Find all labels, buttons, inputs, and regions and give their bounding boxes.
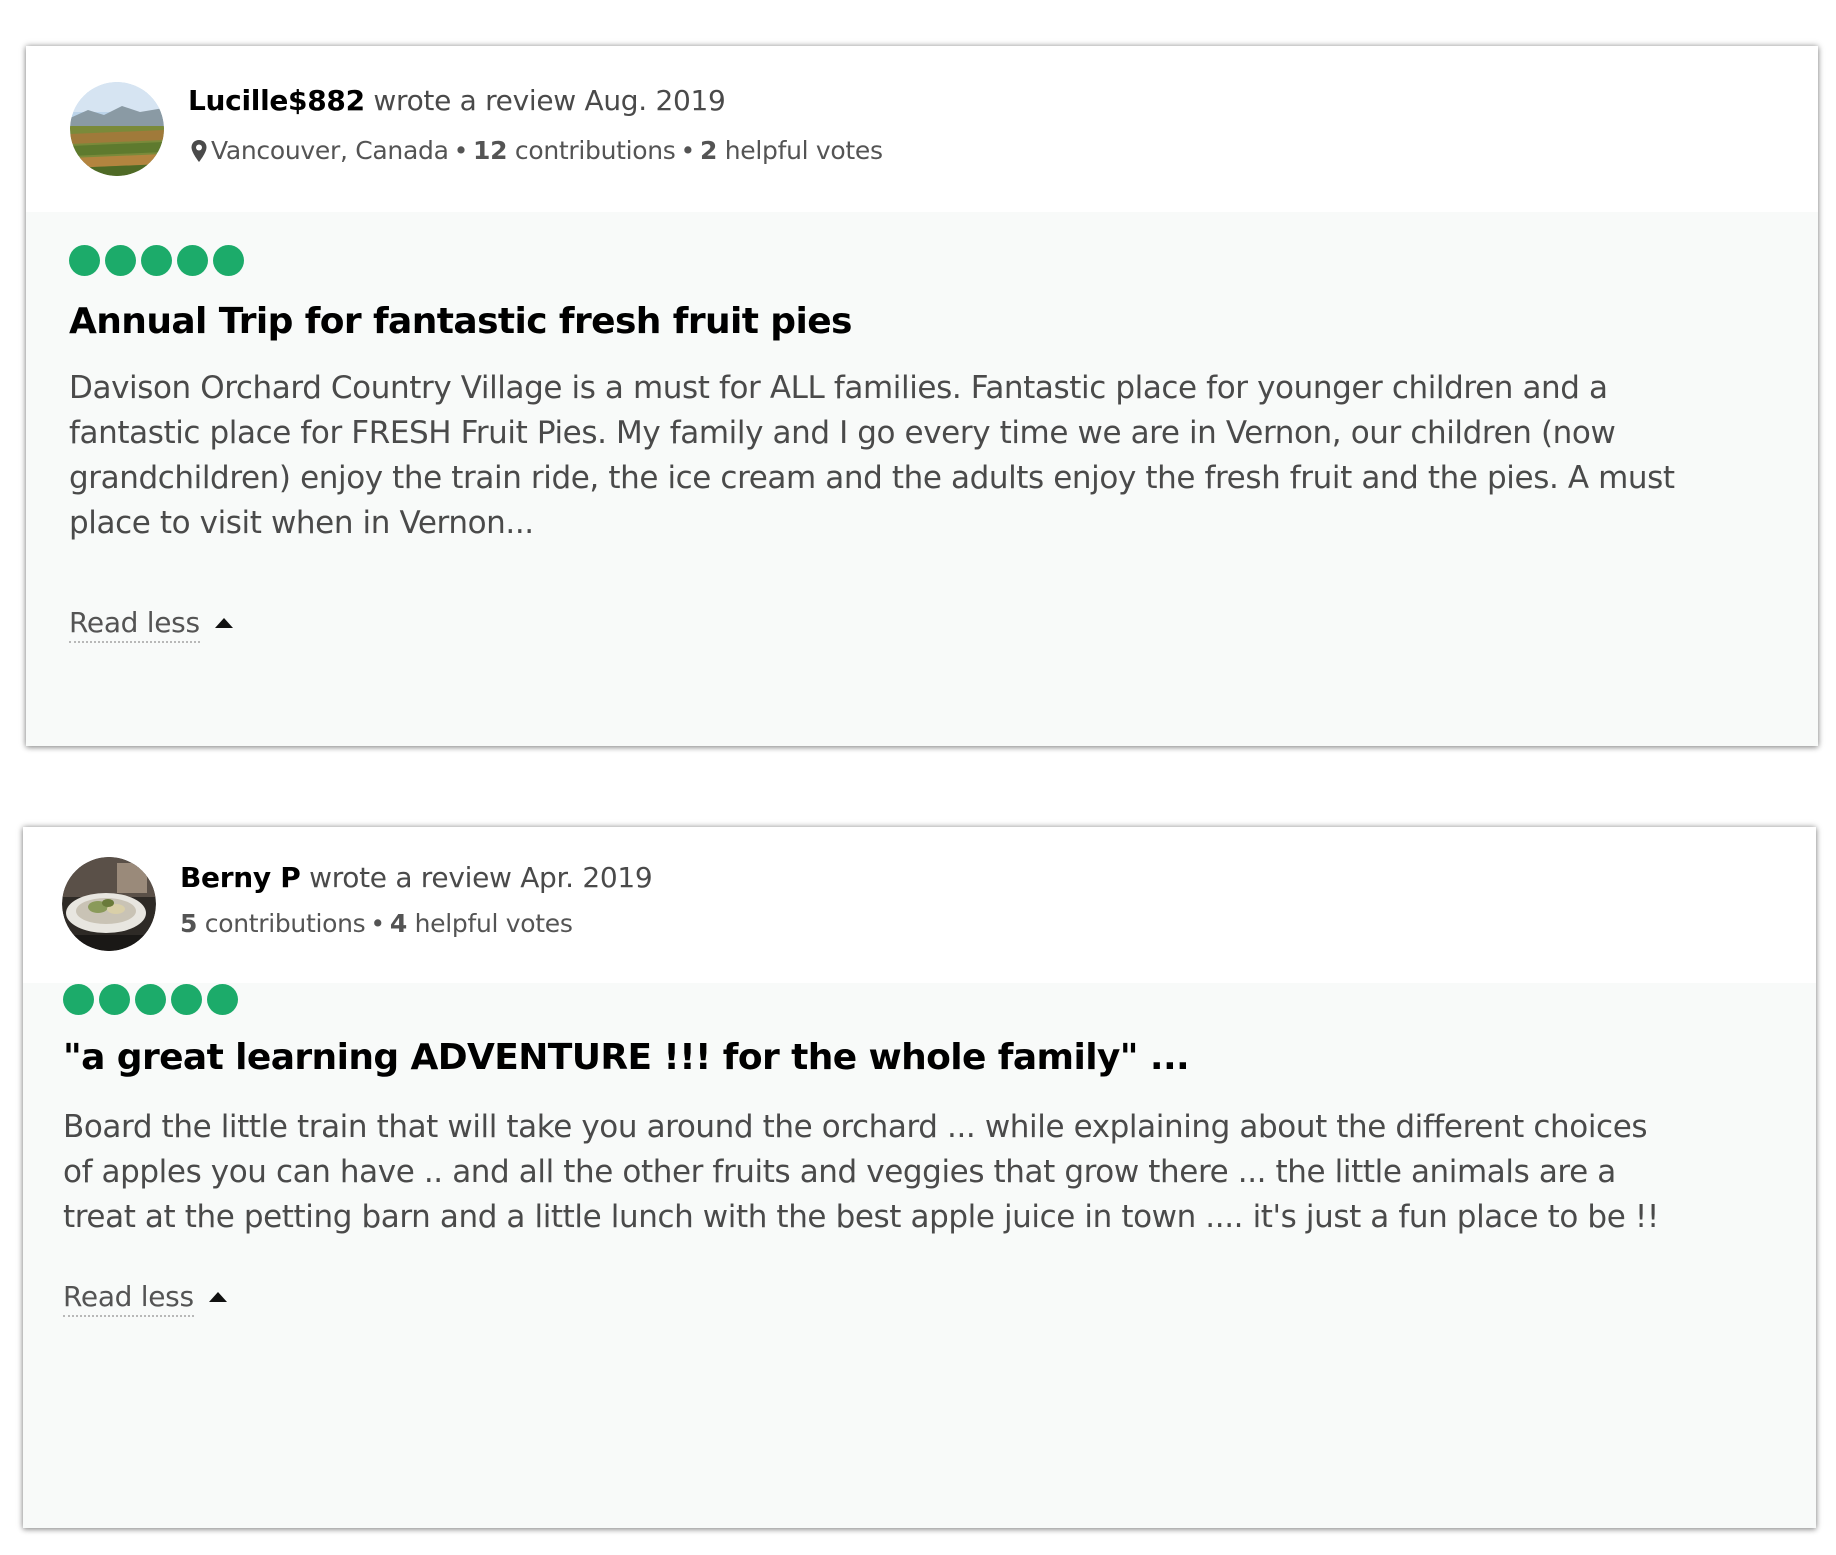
avatar[interactable] bbox=[62, 857, 156, 951]
helpful-votes-label: helpful votes bbox=[717, 136, 883, 165]
meta-separator: • bbox=[680, 136, 696, 165]
rating-bubble-icon bbox=[171, 984, 202, 1015]
review-date: Aug. 2019 bbox=[584, 84, 726, 117]
review-title[interactable]: Annual Trip for fantastic fresh fruit pi… bbox=[69, 301, 852, 342]
contributions-count: 12 bbox=[473, 136, 508, 165]
contributions-label: contributions bbox=[197, 909, 366, 938]
review-body-line: place to visit when in Vernon... bbox=[69, 505, 534, 541]
review-date: Apr. 2019 bbox=[520, 861, 653, 894]
rating-bubble-icon bbox=[63, 984, 94, 1015]
rating-bubble-icon bbox=[213, 245, 244, 276]
read-less-button[interactable]: Read less bbox=[69, 606, 233, 643]
helpful-votes-label: helpful votes bbox=[406, 909, 573, 938]
review-body-line: fantastic place for FRESH Fruit Pies. My… bbox=[69, 415, 1616, 451]
caret-up-icon[interactable] bbox=[214, 617, 233, 628]
read-less-label[interactable]: Read less bbox=[69, 606, 200, 643]
read-less-label[interactable]: Read less bbox=[63, 1280, 194, 1317]
review-author-line: Lucille$882 wrote a review Aug. 2019 bbox=[188, 84, 726, 117]
review-author-line: Berny P wrote a review Apr. 2019 bbox=[180, 861, 653, 894]
rating-bubble-icon bbox=[69, 245, 100, 276]
review-body-line: Davison Orchard Country Village is a mus… bbox=[69, 370, 1608, 406]
rating-bubble-icon bbox=[105, 245, 136, 276]
review-card: Lucille$882 wrote a review Aug. 2019 Van… bbox=[26, 46, 1818, 746]
review-body: Board the little train that will take yo… bbox=[63, 1105, 1783, 1240]
author-location: Vancouver, Canada bbox=[211, 136, 449, 165]
bubble-rating bbox=[69, 245, 244, 276]
author-action: wrote a review bbox=[364, 84, 585, 117]
author-name[interactable]: Lucille$882 bbox=[188, 84, 365, 117]
contributions-count: 5 bbox=[180, 909, 198, 938]
review-title[interactable]: "a great learning ADVENTURE !!! for the … bbox=[63, 1037, 1190, 1078]
review-body: Davison Orchard Country Village is a mus… bbox=[69, 366, 1789, 546]
rating-bubble-icon bbox=[177, 245, 208, 276]
bubble-rating bbox=[63, 984, 238, 1015]
meta-separator: • bbox=[370, 909, 385, 938]
review-body-line: Board the little train that will take yo… bbox=[63, 1109, 1648, 1145]
read-less-button[interactable]: Read less bbox=[63, 1280, 227, 1317]
caret-up-icon[interactable] bbox=[208, 1291, 227, 1302]
author-meta: 5 contributions • 4 helpful votes bbox=[180, 909, 573, 938]
review-body-line: grandchildren) enjoy the train ride, the… bbox=[69, 460, 1675, 496]
helpful-votes-count: 4 bbox=[389, 909, 407, 938]
rating-bubble-icon bbox=[141, 245, 172, 276]
rating-bubble-icon bbox=[207, 984, 238, 1015]
author-action: wrote a review bbox=[300, 861, 521, 894]
avatar[interactable] bbox=[70, 82, 164, 176]
helpful-votes-count: 2 bbox=[700, 136, 718, 165]
review-header: Berny P wrote a review Apr. 2019 5 contr… bbox=[23, 827, 1816, 983]
map-pin-icon bbox=[191, 139, 207, 162]
review-body-line: of apples you can have .. and all the ot… bbox=[63, 1154, 1616, 1190]
author-meta: Vancouver, Canada • 12 contributions • 2… bbox=[190, 136, 883, 165]
meta-separator: • bbox=[453, 136, 469, 165]
review-header: Lucille$882 wrote a review Aug. 2019 Van… bbox=[26, 46, 1818, 212]
author-name[interactable]: Berny P bbox=[180, 861, 301, 894]
rating-bubble-icon bbox=[135, 984, 166, 1015]
contributions-label: contributions bbox=[507, 136, 676, 165]
rating-bubble-icon bbox=[99, 984, 130, 1015]
review-body-line: treat at the petting barn and a little l… bbox=[63, 1199, 1659, 1235]
